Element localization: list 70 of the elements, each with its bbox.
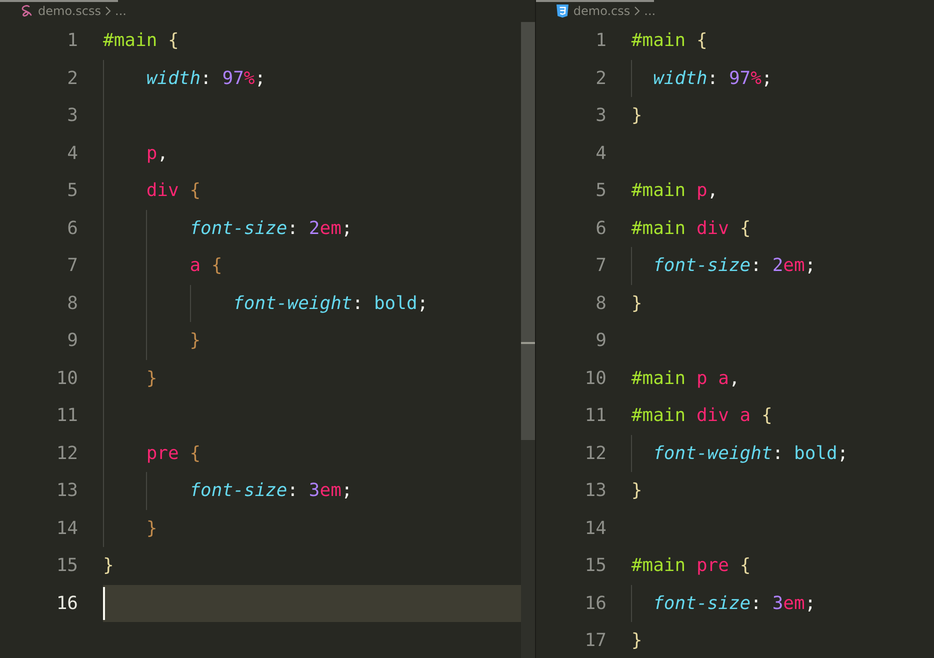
code-line: } — [103, 554, 115, 578]
scrollbar[interactable] — [521, 22, 536, 658]
code-line: } — [631, 104, 644, 128]
line-number: 2 — [66, 66, 79, 90]
code-line: p, — [103, 134, 522, 172]
line-number: 14 — [55, 516, 79, 540]
line-number: 12 — [55, 442, 79, 466]
code-line: } — [631, 629, 644, 653]
line-number: 9 — [66, 329, 79, 353]
code-line: } — [103, 322, 522, 360]
line-number: 6 — [66, 216, 79, 240]
line-number: 10 — [55, 366, 79, 390]
line-number: 11 — [584, 404, 608, 428]
chevron-right-icon — [634, 6, 640, 16]
code-line: font-size: 3em; — [103, 472, 522, 510]
breadcrumb-file-name[interactable]: demo.css — [573, 4, 630, 18]
code-line: } — [103, 360, 522, 397]
line-number: 15 — [55, 554, 79, 578]
code-line: #main pre { — [631, 554, 752, 578]
line-number: 6 — [594, 216, 608, 240]
line-number: 16 — [584, 592, 608, 616]
code-line: } — [631, 292, 644, 316]
line-number: 8 — [66, 292, 79, 316]
code-line: #main p a, — [631, 366, 741, 390]
line-number: 9 — [594, 329, 608, 353]
code-line: div { — [103, 172, 522, 210]
chevron-right-icon — [105, 6, 111, 16]
line-number: 5 — [594, 179, 608, 203]
line-number: 10 — [584, 366, 608, 390]
code-line: font-size: 2em; — [631, 247, 934, 284]
sass-logo-icon — [20, 4, 34, 18]
code-line: width: 97%; — [103, 60, 522, 97]
code-line: font-size: 2em; — [103, 210, 522, 247]
code-line: font-weight: bold; — [103, 284, 522, 322]
code-line: pre { — [103, 434, 522, 472]
line-number: 15 — [584, 554, 608, 578]
line-number: 8 — [594, 292, 608, 316]
code-line: #main p, — [631, 179, 720, 203]
line-number: 3 — [66, 104, 79, 128]
breadcrumb-ellipsis[interactable]: ... — [644, 4, 656, 18]
breadcrumb-file-name[interactable]: demo.scss — [38, 4, 101, 18]
line-number: 1 — [66, 29, 79, 53]
line-number: 16 — [55, 592, 79, 616]
code-line: width: 97%; — [631, 60, 934, 97]
line-number: 7 — [66, 254, 79, 278]
code-line: font-size: 3em; — [631, 584, 934, 622]
code-line: font-weight: bold; — [631, 434, 934, 472]
line-number: 4 — [594, 142, 608, 166]
code-line: a { — [103, 247, 522, 284]
line-number: 17 — [584, 629, 608, 653]
line-number: 7 — [594, 254, 608, 278]
code-line: #main { — [631, 29, 708, 53]
line-number: 1 — [594, 29, 608, 53]
line-number: 13 — [55, 479, 79, 503]
line-number: 5 — [66, 179, 79, 203]
breadcrumb-ellipsis[interactable]: ... — [115, 4, 126, 18]
code-line: } — [631, 479, 644, 503]
line-number: 3 — [594, 104, 608, 128]
code-line: } — [103, 510, 522, 547]
css3-logo-icon — [556, 4, 570, 18]
code-line: #main { — [103, 29, 180, 53]
line-number: 14 — [584, 516, 608, 540]
code-line: #main div { — [631, 216, 752, 240]
line-number: 11 — [55, 404, 79, 428]
text-cursor — [103, 586, 105, 620]
line-number: 12 — [584, 442, 608, 466]
line-number: 2 — [594, 66, 608, 90]
line-number: 4 — [66, 142, 79, 166]
line-number: 13 — [584, 479, 608, 503]
code-line: #main div a { — [631, 404, 774, 428]
